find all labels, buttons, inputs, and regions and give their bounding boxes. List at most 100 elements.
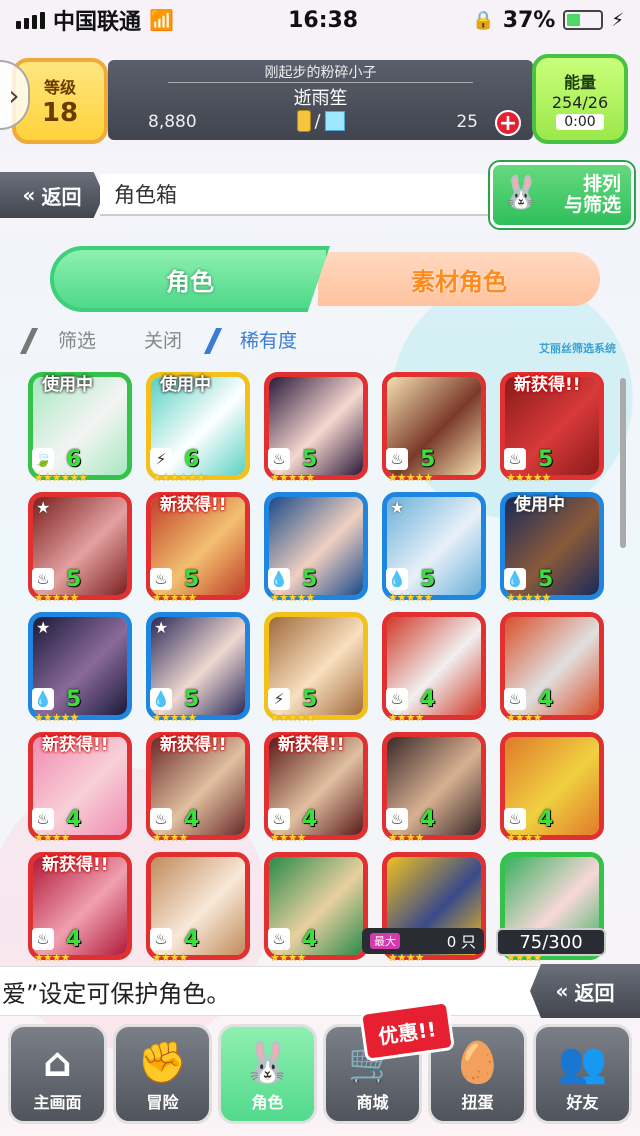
character-card[interactable]: ♨ 4★★★★: [500, 732, 604, 844]
rarity-stars: ★★★★★: [34, 591, 79, 604]
character-card[interactable]: 新获得!! ♨ 5 ★★★★★: [146, 492, 250, 604]
box-capacity: 75/300: [496, 928, 606, 956]
in-use-badge: 使用中: [514, 495, 565, 515]
card-level: 4: [420, 687, 436, 712]
lock-rotation-icon: 🔒: [472, 9, 495, 31]
character-card[interactable]: ♨ 4★★★★: [146, 852, 250, 964]
rarity-stars: ★★★★: [152, 831, 188, 844]
character-card[interactable]: 使用中 🍃 6 ★★★★★★: [28, 372, 132, 484]
gem-icon: [324, 111, 345, 131]
nav-item[interactable]: ⌂ 主画面: [8, 1024, 107, 1124]
water-element-icon: 💧: [504, 568, 526, 590]
fire-element-icon: ♨: [32, 568, 54, 590]
tab-material-characters[interactable]: 素材角色: [318, 252, 600, 306]
character-card[interactable]: ⚡ 5 ★★★★★: [264, 612, 368, 724]
card-level: 5: [66, 687, 82, 712]
character-card[interactable]: 新获得!! ♨ 5 ★★★★★: [500, 372, 604, 484]
character-card[interactable]: 新获得!! ♨ 4 ★★★★: [264, 732, 368, 844]
divider-slash: [19, 328, 53, 354]
egg-icon: 🥚: [452, 1040, 503, 1086]
character-card[interactable]: 💧 5 ★★★★★: [264, 492, 368, 604]
character-card[interactable]: ♨ 4★★★★: [382, 612, 486, 724]
water-element-icon: 💧: [268, 568, 290, 590]
rarity-stars: ★★★★: [270, 831, 306, 844]
nav-item[interactable]: ✊ 冒险: [113, 1024, 212, 1124]
title-row: « 返回 角色箱 🐰 排列 与筛选: [0, 162, 640, 228]
favorite-count: 0 只: [446, 932, 476, 951]
sort-rarity[interactable]: 稀有度: [240, 326, 297, 353]
level-value: 18: [41, 98, 79, 128]
nav-item-label: 扭蛋: [461, 1093, 494, 1112]
page-title: 角色箱: [100, 174, 500, 216]
tab-characters[interactable]: 角色: [50, 246, 330, 312]
character-card[interactable]: 使用中 💧 5 ★★★★★: [500, 492, 604, 604]
double-chevron-left-icon: «: [555, 979, 569, 1003]
card-level: 5: [420, 447, 436, 472]
filter-value[interactable]: 关闭: [144, 326, 182, 353]
nav-item[interactable]: 👥 好友: [533, 1024, 632, 1124]
tab-bar: 素材角色 角色: [50, 246, 600, 312]
rarity-stars: ★★★★: [152, 951, 188, 964]
filter-row: 筛选 关闭 稀有度 艾丽丝筛选系统: [19, 324, 620, 356]
character-card[interactable]: ★ 💧 5 ★★★★★: [146, 612, 250, 724]
character-card[interactable]: ★ 💧 5 ★★★★★: [28, 612, 132, 724]
character-card[interactable]: 新获得!! ♨ 4 ★★★★: [146, 732, 250, 844]
player-header: 等级 18 › 刚起步的粉碎小子 逝雨笙 8,880 / 25 + 能量 254…: [0, 50, 640, 150]
character-card[interactable]: ♨ 4★★★★: [500, 612, 604, 724]
energy-badge[interactable]: 能量 254/26 0:00: [532, 54, 628, 144]
fire-element-icon: ♨: [150, 808, 172, 830]
back-button-bottom[interactable]: « 返回: [530, 964, 640, 1018]
sort-filter-button[interactable]: 🐰 排列 与筛选: [490, 162, 634, 228]
rarity-stars: ★★★★: [388, 711, 424, 724]
card-level: 5: [184, 567, 200, 592]
character-card[interactable]: ♨ 4★★★★: [264, 852, 368, 964]
handshake-icon: ✊: [137, 1040, 188, 1086]
bottom-nav: ⌂ 主画面 ✊ 冒险 🐰 角色 🛒 商城 🥚 扭蛋 👥 好友: [8, 1024, 632, 1128]
chevron-right-icon: ›: [8, 78, 20, 112]
character-card[interactable]: ★ 💧 5 ★★★★★: [382, 492, 486, 604]
new-badge: 新获得!!: [160, 735, 227, 755]
coin-icon: [296, 110, 311, 132]
card-level: 5: [302, 567, 318, 592]
character-card[interactable]: ♨ 5 ★★★★★: [264, 372, 368, 484]
carrier-label: 中国联通: [53, 10, 142, 35]
rarity-stars: ★★★★: [506, 711, 542, 724]
back-button-bottom-label: 返回: [574, 980, 615, 1005]
fire-element-icon: ♨: [150, 568, 172, 590]
character-card[interactable]: 新获得!! ♨ 4 ★★★★: [28, 732, 132, 844]
new-badge: 新获得!!: [160, 495, 227, 515]
rarity-stars: ★★★★★: [506, 471, 551, 484]
double-chevron-left-icon: «: [22, 183, 36, 207]
rarity-stars: ★★★★★: [152, 591, 197, 604]
scrollbar[interactable]: [620, 378, 626, 548]
nav-item-label: 好友: [566, 1093, 599, 1112]
character-grid: 使用中 🍃 6 ★★★★★★ 使用中 ⚡ 6 ★★★★★★ ♨ 5 ★★★★★ ♨ 5 ★★★★★ 新获得!…: [28, 372, 608, 964]
nav-item[interactable]: 🐰 角色: [218, 1024, 317, 1124]
new-badge: 新获得!!: [42, 735, 109, 755]
card-level: 4: [302, 927, 318, 952]
character-card[interactable]: ★ ♨ 5 ★★★★★: [28, 492, 132, 604]
currency-separator: /: [314, 110, 321, 132]
back-button[interactable]: « 返回: [0, 172, 104, 218]
sort-label-1: 排列: [582, 173, 621, 196]
water-element-icon: 💧: [386, 568, 408, 590]
card-level: 6: [184, 447, 200, 472]
rarity-stars: ★★★★: [34, 831, 70, 844]
energy-label: 能量: [563, 72, 596, 92]
character-card[interactable]: 使用中 ⚡ 6 ★★★★★★: [146, 372, 250, 484]
add-currency-button[interactable]: +: [495, 110, 521, 136]
character-card[interactable]: ♨ 4★★★★: [382, 732, 486, 844]
in-use-badge: 使用中: [160, 375, 211, 395]
new-badge: 新获得!!: [278, 735, 345, 755]
character-card[interactable]: ♨ 5 ★★★★★: [382, 372, 486, 484]
card-level: 5: [184, 687, 200, 712]
favorite-star-icon: ★: [154, 618, 169, 637]
character-card[interactable]: 新获得!! ♨ 4 ★★★★: [28, 852, 132, 964]
home-icon: ⌂: [43, 1040, 72, 1086]
fire-element-icon: ♨: [32, 928, 54, 950]
gem-count: 25: [456, 112, 478, 132]
fire-element-icon: ♨: [386, 688, 408, 710]
card-level: 6: [66, 447, 82, 472]
card-level: 4: [66, 807, 82, 832]
in-use-badge: 使用中: [42, 375, 93, 395]
